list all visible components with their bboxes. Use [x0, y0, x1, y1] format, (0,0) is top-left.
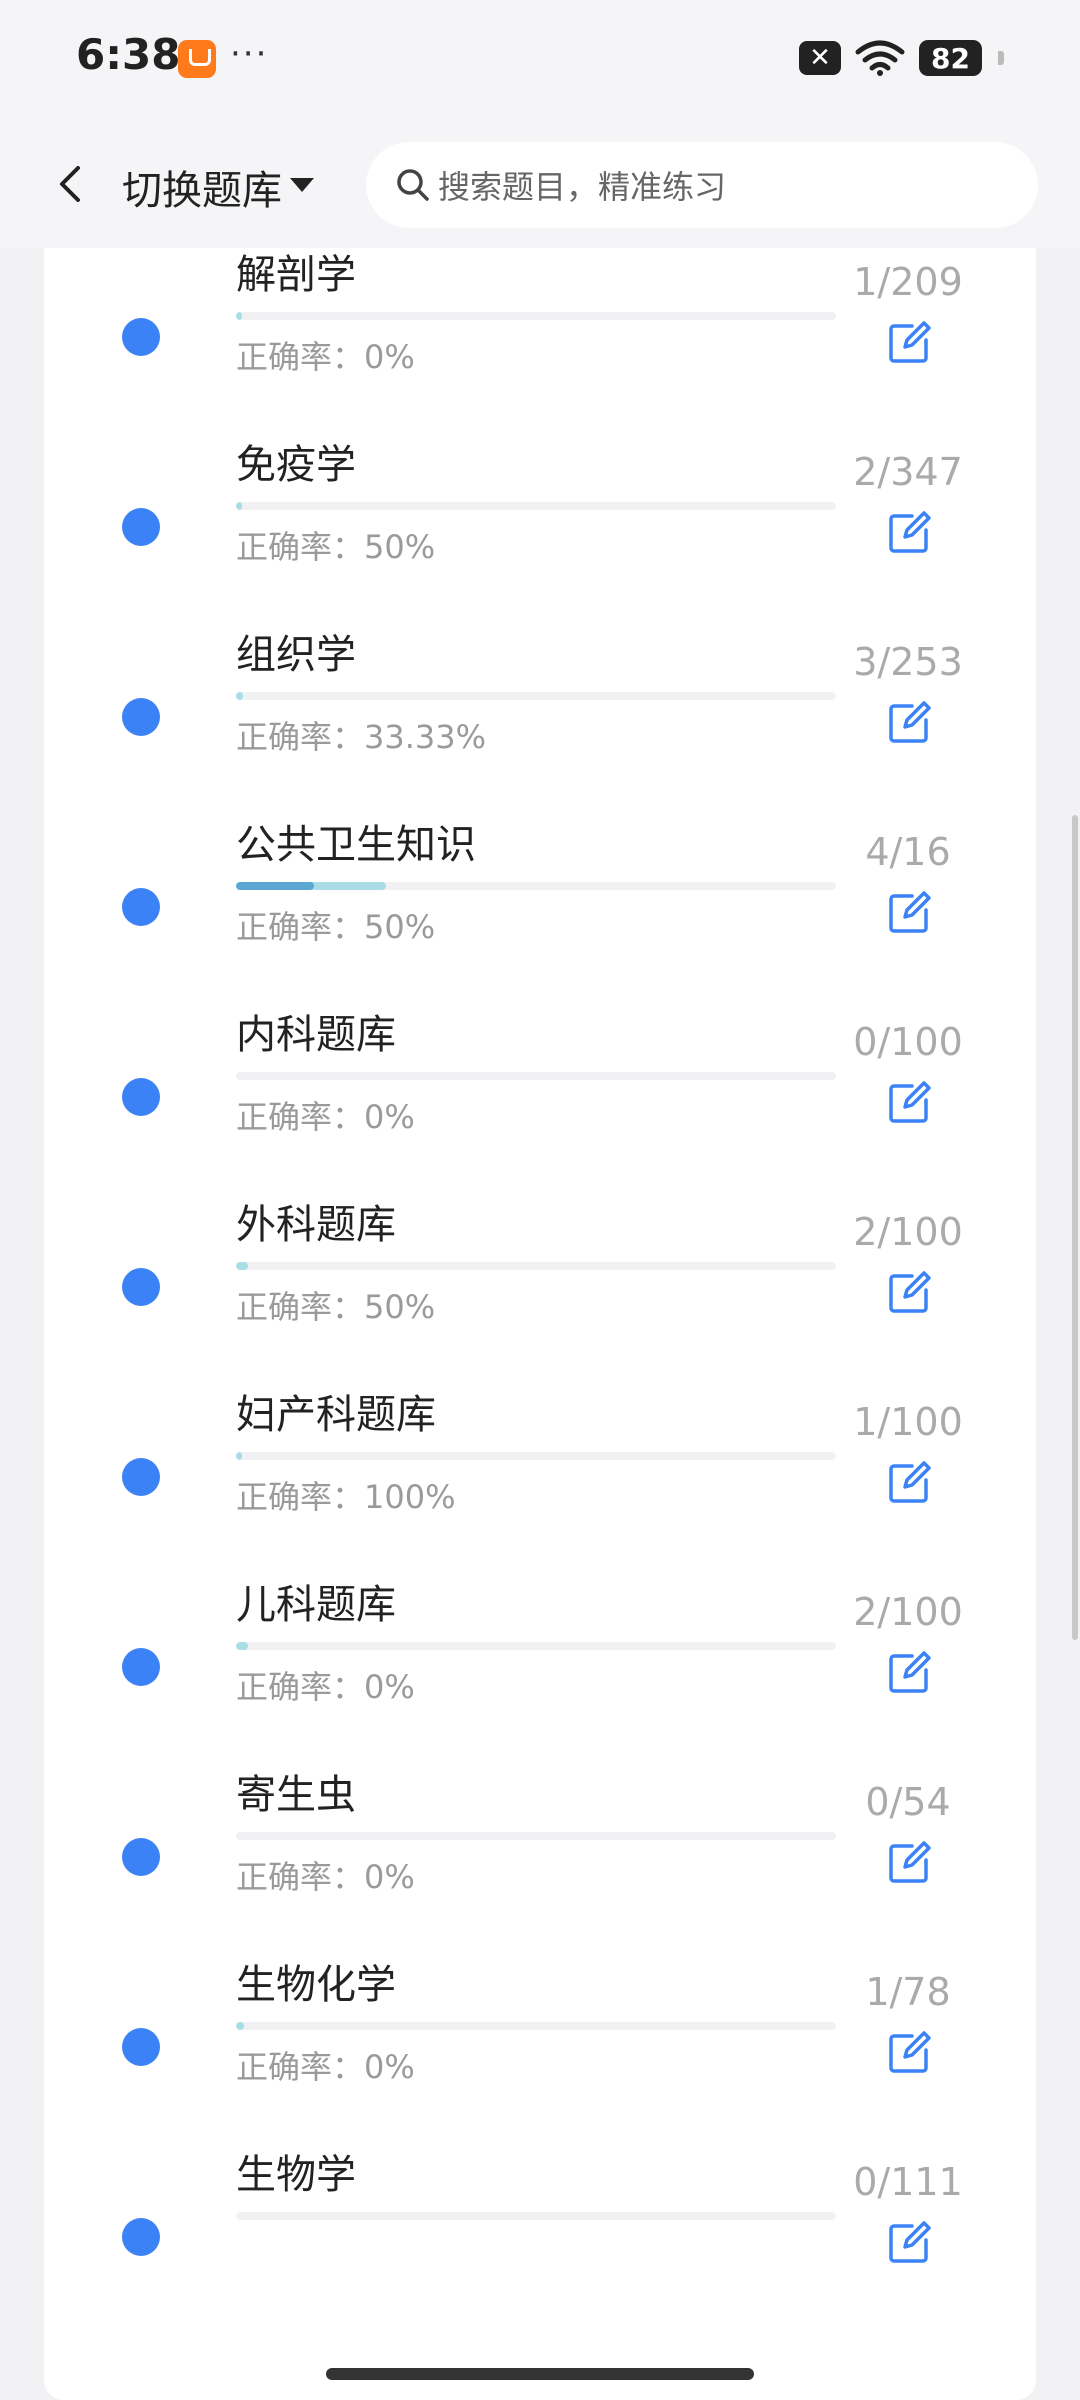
subject-row[interactable]: 生物学 0/111 [44, 2140, 1036, 2330]
accuracy-text: 正确率：0% [236, 1098, 415, 1136]
accuracy-text: 正确率：50% [236, 908, 436, 946]
answered-count: 1/100 [853, 1400, 963, 1444]
practice-edit-icon[interactable] [886, 1080, 932, 1126]
subject-bullet [122, 1078, 160, 1116]
scrollbar[interactable] [1072, 815, 1078, 1640]
accuracy-text: 正确率：0% [236, 1668, 415, 1706]
subject-name: 儿科题库 [236, 1582, 396, 1628]
subject-name: 寄生虫 [236, 1772, 356, 1818]
practice-edit-icon[interactable] [886, 1460, 932, 1506]
progress-fill [236, 502, 242, 510]
accuracy-text: 正确率：100% [236, 1478, 456, 1516]
subject-row[interactable]: 组织学正确率：33.33% 3/253 [44, 620, 1036, 810]
subject-bullet [122, 1268, 160, 1306]
progress-track [236, 882, 836, 890]
subject-name: 公共卫生知识 [236, 822, 476, 868]
subject-name: 生物化学 [236, 1962, 396, 2008]
progress-correct-fill [236, 882, 314, 890]
subject-name: 外科题库 [236, 1202, 396, 1248]
subject-row[interactable]: 公共卫生知识正确率：50% 4/16 [44, 810, 1036, 1000]
subject-bullet [122, 508, 160, 546]
progress-fill [236, 312, 242, 320]
practice-edit-icon[interactable] [886, 2030, 932, 2076]
practice-edit-icon[interactable] [886, 890, 932, 936]
progress-track [236, 312, 836, 320]
accuracy-text: 正确率：50% [236, 528, 436, 566]
subject-bullet [122, 2028, 160, 2066]
accuracy-text: 正确率：0% [236, 2048, 415, 2086]
practice-edit-icon[interactable] [886, 1650, 932, 1696]
subject-row[interactable]: 生物化学正确率：0% 1/78 [44, 1950, 1036, 2140]
subject-row[interactable]: 内科题库正确率：0% 0/100 [44, 1000, 1036, 1190]
subject-bullet [122, 888, 160, 926]
subject-bullet [122, 2218, 160, 2256]
practice-edit-icon[interactable] [886, 510, 932, 556]
subject-bullet [122, 1458, 160, 1496]
subject-row[interactable]: 解剖学正确率：0% 1/209 [44, 240, 1036, 430]
subject-name: 解剖学 [236, 252, 356, 298]
answered-count: 0/100 [853, 1020, 963, 1064]
progress-fill [236, 1452, 242, 1460]
answered-count: 2/347 [853, 450, 963, 494]
progress-track [236, 1452, 836, 1460]
switch-bank-button[interactable]: 切换题库 [122, 158, 282, 216]
search-input[interactable]: 搜索题目，精准练习 [366, 142, 1038, 228]
progress-track [236, 2022, 836, 2030]
practice-edit-icon[interactable] [886, 700, 932, 746]
answered-count: 2/100 [853, 1590, 963, 1634]
answered-count: 2/100 [853, 1210, 963, 1254]
progress-fill [236, 692, 243, 700]
progress-track [236, 502, 836, 510]
search-placeholder: 搜索题目，精准练习 [438, 168, 727, 206]
answered-count: 1/78 [865, 1970, 951, 2014]
accuracy-text: 正确率：33.33% [236, 718, 487, 756]
caret-down-icon[interactable] [290, 178, 314, 192]
subject-name: 内科题库 [236, 1012, 396, 1058]
subject-bullet [122, 1838, 160, 1876]
subject-row[interactable]: 免疫学正确率：50% 2/347 [44, 430, 1036, 620]
progress-track [236, 692, 836, 700]
subject-name: 组织学 [236, 632, 356, 678]
progress-track [236, 1642, 836, 1650]
top-nav-bar: 切换题库 搜索题目，精准练习 [0, 120, 1080, 248]
accuracy-text: 正确率：0% [236, 1858, 415, 1896]
progress-fill [236, 1262, 248, 1270]
home-indicator[interactable] [326, 2368, 754, 2380]
answered-count: 1/209 [853, 260, 963, 304]
subject-row[interactable]: 寄生虫正确率：0% 0/54 [44, 1760, 1036, 1950]
progress-track [236, 1262, 836, 1270]
answered-count: 0/111 [853, 2160, 963, 2204]
progress-track [236, 2212, 836, 2220]
practice-edit-icon[interactable] [886, 320, 932, 366]
subject-bullet [122, 318, 160, 356]
answered-count: 0/54 [865, 1780, 951, 1824]
back-arrow-icon[interactable] [48, 160, 96, 208]
progress-fill [236, 1642, 248, 1650]
subject-bullet [122, 1648, 160, 1686]
practice-edit-icon[interactable] [886, 1270, 932, 1316]
subject-row[interactable]: 儿科题库正确率：0% 2/100 [44, 1570, 1036, 1760]
accuracy-text: 正确率：50% [236, 1288, 436, 1326]
answered-count: 3/253 [853, 640, 963, 684]
progress-track [236, 1832, 836, 1840]
search-icon [397, 169, 429, 201]
practice-edit-icon[interactable] [886, 2220, 932, 2266]
subject-row[interactable]: 外科题库正确率：50% 2/100 [44, 1190, 1036, 1380]
progress-track [236, 1072, 836, 1080]
question-bank-screen: 6:38 ··· ✕ 82 切换题库 搜索题目，精准练习 解剖学 正确率：0% … [0, 0, 1080, 2400]
subject-bullet [122, 698, 160, 736]
subject-name: 生物学 [236, 2152, 356, 2198]
answered-count: 4/16 [865, 830, 951, 874]
accuracy-text: 正确率：0% [236, 338, 415, 376]
subject-name: 免疫学 [236, 442, 356, 488]
progress-fill [236, 2022, 244, 2030]
subject-row[interactable]: 妇产科题库正确率：100% 1/100 [44, 1380, 1036, 1570]
practice-edit-icon[interactable] [886, 1840, 932, 1886]
subject-name: 妇产科题库 [236, 1392, 436, 1438]
